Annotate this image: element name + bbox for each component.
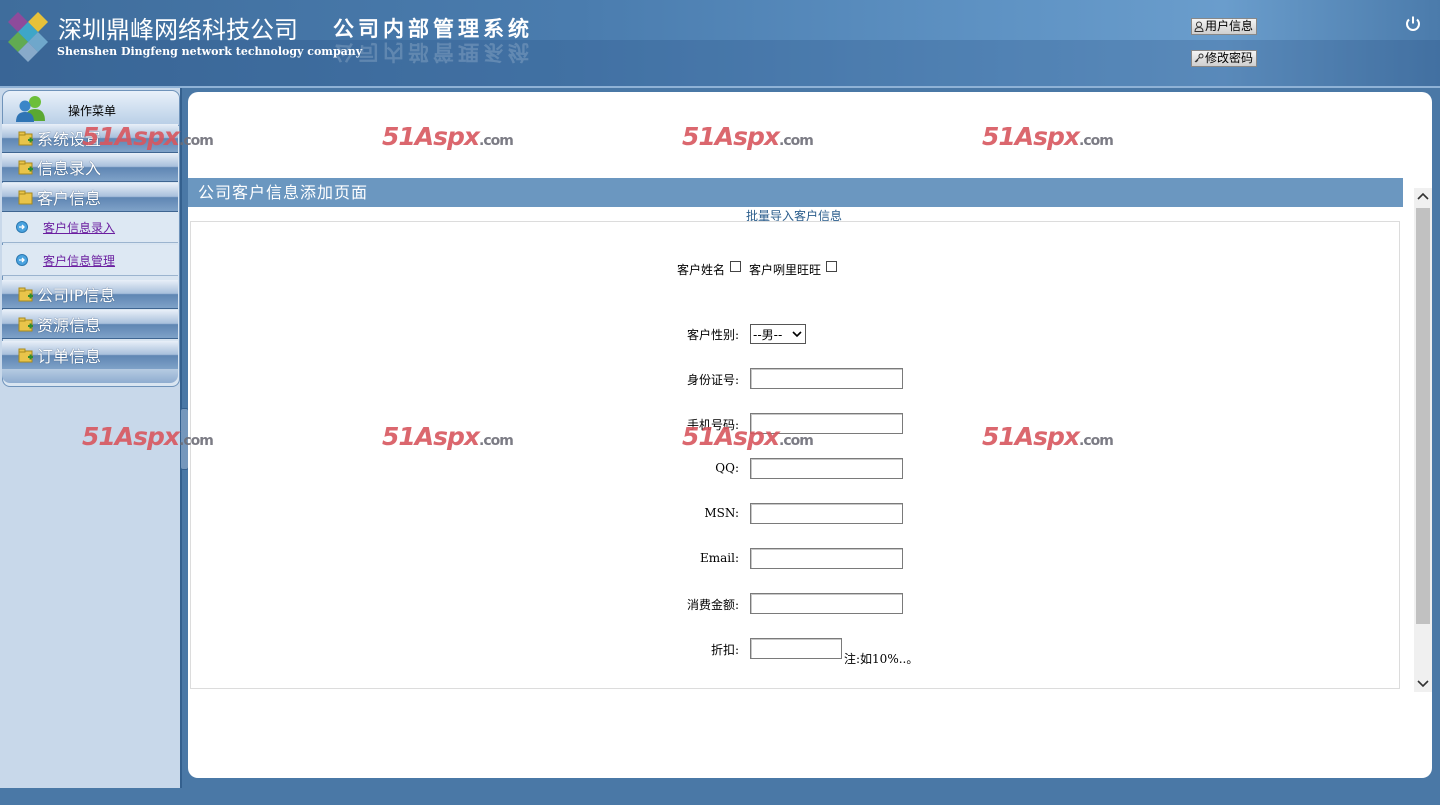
menu-header: 操作菜单 [3,91,179,126]
sidebar-cat-company-ip[interactable]: 公司IP信息 [2,280,178,309]
sidebar-cat-label: 资源信息 [37,316,102,335]
sidebar-item-customer-entry[interactable]: 客户信息录入 [2,212,178,243]
sidebar-cat-orders[interactable]: 订单信息 [2,341,178,370]
id-number-label: 身份证号: [686,373,739,387]
menu-title: 操作菜单 [68,104,117,118]
sidebar-cat-system-settings[interactable]: 系统设置 [2,124,178,153]
customer-form [190,221,1400,689]
sidebar-cat-label: 订单信息 [37,347,102,366]
msn-label: MSN: [704,506,739,520]
power-icon[interactable] [1404,15,1422,33]
users-icon [16,96,45,122]
scroll-down-icon[interactable] [1414,674,1432,692]
email-input[interactable] [750,548,903,569]
header: 深圳鼎峰网络科技公司 Shenshen Dingfeng network tec… [0,0,1440,88]
system-title-reflection: 公司内部管理系统 [333,40,533,65]
discount-note: 注:如10%..。 [844,652,919,666]
folder-plus-icon [18,287,33,301]
sidebar-cat-customer-info[interactable]: 客户信息 [2,183,178,212]
sidebar-cat-label: 客户信息 [37,189,102,208]
folder-plus-icon [18,160,33,174]
sidebar-item-customer-manage[interactable]: 客户信息管理 [2,245,178,276]
msn-input[interactable] [750,503,903,524]
change-password-button[interactable]: 修改密码 [1191,50,1258,67]
id-number-input[interactable] [750,368,903,389]
company-name-en: Shenshen Dingfeng network technology com… [57,45,363,58]
gender-select[interactable]: --男-- [750,324,806,344]
company-name-cn: 深圳鼎峰网络科技公司 [58,16,298,44]
qq-input[interactable] [750,458,903,479]
user-info-button[interactable]: 用户信息 [1191,18,1258,35]
chevron-down-icon [792,331,802,338]
vertical-scrollbar[interactable] [1414,188,1432,692]
sidebar-cat-info-entry[interactable]: 信息录入 [2,153,178,182]
scroll-up-icon[interactable] [1414,188,1432,206]
phone-input[interactable] [750,413,903,434]
main-content: 公司客户信息添加页面 批量导入客户信息 客户姓名 客户咧里旺旺 客户性别: --… [188,92,1432,778]
sidebar-cat-resources[interactable]: 资源信息 [2,310,178,339]
customer-wangwang-checkbox-label: 客户咧里旺旺 [749,263,822,277]
sidebar-cat-label: 信息录入 [37,159,102,178]
email-label: Email: [699,551,739,565]
amount-label: 消费金额: [686,598,739,612]
page-title: 公司客户信息添加页面 [188,178,1403,207]
folder-plus-icon [18,317,33,331]
header-divider [0,86,1440,88]
phone-label: 手机号码: [686,418,739,432]
discount-input[interactable] [750,638,842,659]
scrollbar-thumb[interactable] [1416,208,1430,624]
customer-wangwang-checkbox[interactable] [826,261,837,272]
user-icon [1194,21,1204,32]
menu-footer [2,369,178,383]
folder-plus-icon [18,131,33,145]
amount-input[interactable] [750,593,903,614]
sidebar-cat-label: 公司IP信息 [37,286,116,305]
folder-icon [18,190,33,204]
qq-label: QQ: [715,461,739,475]
arrow-circle-icon [16,221,28,233]
customer-name-checkbox-label: 客户姓名 [677,263,726,277]
folder-plus-icon [18,348,33,362]
sidebar-cat-label: 系统设置 [37,130,102,149]
key-icon [1194,53,1204,63]
gender-select-value: --男-- [753,327,783,342]
gender-label: 客户性别: [686,328,739,342]
sidebar: 操作菜单 系统设置 信息录入 客户信息 客户信息录入 客户信息管理 公司IP信息… [0,88,182,788]
customer-name-checkbox[interactable] [730,261,741,272]
sidebar-item-label[interactable]: 客户信息录入 [43,219,115,236]
discount-label: 折扣: [710,643,739,657]
sidebar-item-label[interactable]: 客户信息管理 [43,252,115,269]
arrow-circle-icon [16,254,28,266]
change-password-label: 修改密码 [1205,51,1254,65]
user-info-label: 用户信息 [1205,19,1254,33]
company-logo-icon [8,12,48,62]
